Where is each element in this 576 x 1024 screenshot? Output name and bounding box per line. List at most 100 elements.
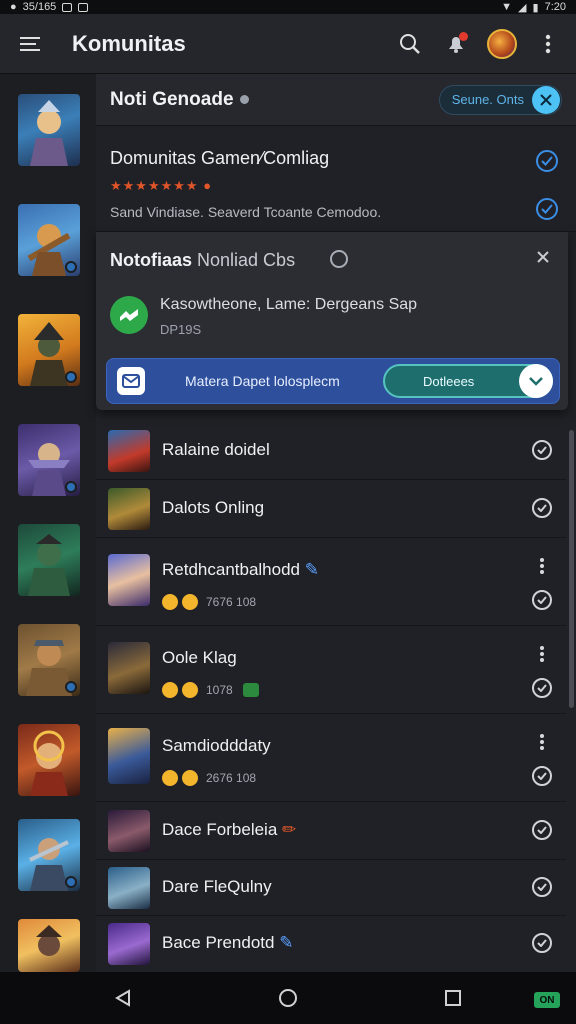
list-item[interactable]: Dare FleQulny — [96, 860, 566, 916]
list-item-title: Bace Prendotd ✎ — [162, 933, 294, 952]
list-item-title: Dare FleQulny — [162, 877, 272, 896]
tag-icon — [242, 683, 259, 697]
list-item[interactable]: Oole Klag 1078 — [96, 626, 566, 714]
community-thumbnail — [108, 867, 150, 909]
download-button-label: Dotleees — [423, 373, 475, 389]
community-rail — [0, 74, 96, 972]
rail-community-avatar[interactable] — [18, 424, 80, 496]
nav-status-badge: ON — [534, 992, 560, 1008]
emoji-icon — [182, 594, 198, 610]
notification-popup: Notofiaas Nonliad Cbs Kasowtheone, Lame:… — [96, 232, 568, 410]
signal-icon: ◢ — [518, 1, 527, 14]
game-character-icon — [28, 534, 70, 596]
check-circle-icon[interactable] — [532, 820, 552, 840]
notification-subtext: DP19S — [160, 322, 202, 337]
back-button[interactable] — [103, 978, 143, 1018]
rail-community-avatar[interactable] — [18, 624, 80, 696]
community-thumbnail — [108, 554, 150, 606]
rail-community-avatar[interactable] — [18, 819, 80, 891]
check-circle-icon[interactable] — [532, 498, 552, 518]
card-title: Domunitas Gamen⁄Comliag — [110, 148, 330, 168]
list-item[interactable]: Dalots Onling — [96, 480, 566, 538]
notification-square-icon — [62, 2, 73, 12]
emoji-icon — [182, 682, 198, 698]
filter-pill[interactable]: Seune. Onts — [438, 84, 562, 115]
select-checkbox[interactable] — [536, 198, 558, 220]
notification-action-bar: Matera Dapet lolosplecm Dotleees — [106, 358, 560, 404]
clock: 7:20 — [544, 1, 566, 13]
overflow-menu-button[interactable] — [532, 28, 564, 60]
battery-icon: ▮ — [532, 1, 539, 14]
notifications-button[interactable] — [440, 28, 472, 60]
list-item-title: Dace Forbeleia ✏ — [162, 820, 297, 839]
emoji-icon — [182, 770, 198, 786]
list-item[interactable]: Ralaine doidel — [96, 422, 566, 480]
emoji-icon — [162, 594, 178, 610]
list-item-title: Oole Klag — [162, 648, 237, 667]
wifi-icon: ▼ — [501, 1, 513, 13]
pen-icon: ✎ — [304, 560, 319, 579]
hamburger-menu-button[interactable] — [0, 14, 60, 74]
check-circle-icon[interactable] — [532, 933, 552, 953]
rail-community-avatar[interactable] — [18, 94, 80, 166]
select-checkbox[interactable] — [536, 150, 558, 172]
recents-button[interactable] — [433, 978, 473, 1018]
list-item-meta: 1078 — [162, 682, 259, 698]
rail-badge — [65, 681, 77, 693]
check-circle-icon[interactable] — [532, 678, 552, 698]
community-list: Ralaine doidel Dalots Onling Retdhcantba… — [96, 422, 566, 972]
download-button[interactable]: Dotleees — [383, 364, 553, 398]
check-circle-icon[interactable] — [532, 877, 552, 897]
more-options-button[interactable] — [540, 646, 544, 662]
status-dot — [239, 95, 249, 104]
pen-icon: ✎ — [279, 933, 294, 952]
search-button[interactable] — [394, 28, 426, 60]
check-circle-icon[interactable] — [532, 590, 552, 610]
status-icon: ● — [10, 1, 17, 13]
game-character-icon — [30, 730, 68, 796]
clear-filter-button[interactable] — [532, 85, 560, 114]
chevron-down-icon[interactable] — [519, 364, 553, 398]
action-text: Matera Dapet lolosplecm — [185, 373, 340, 389]
rail-badge — [65, 371, 77, 383]
status-bar: ● 35/165 ▼ ◢ ▮ 7:20 — [0, 0, 576, 14]
check-circle-icon[interactable] — [532, 440, 552, 460]
list-item[interactable]: Samdiodddaty 2676 108 — [96, 714, 566, 802]
game-character-icon — [36, 925, 62, 956]
rail-community-avatar[interactable] — [18, 524, 80, 596]
list-item-title: Ralaine doidel — [162, 440, 270, 459]
list-item-title: Dalots Onling — [162, 498, 265, 517]
notification-square-icon — [78, 2, 89, 12]
community-thumbnail — [108, 430, 150, 472]
community-thumbnail — [108, 810, 150, 852]
notification-message: Kasowtheone, Lame: Dergeans Sap — [160, 296, 418, 313]
home-circle-icon — [278, 989, 297, 1007]
list-item[interactable]: Retdhcantbalhodd ✎ 7676 108 — [96, 538, 566, 626]
close-icon — [537, 251, 549, 263]
profile-avatar-button[interactable] — [486, 28, 518, 60]
rail-community-avatar[interactable] — [18, 919, 80, 972]
list-item-meta: 2676 108 — [162, 770, 256, 786]
notification-title: Notofiaas Nonliad Cbs — [110, 250, 295, 271]
close-notification-button[interactable] — [536, 250, 556, 270]
rail-community-avatar[interactable] — [18, 724, 80, 796]
check-icon — [541, 204, 553, 214]
notification-dot — [459, 31, 468, 41]
recents-square-icon — [445, 990, 462, 1006]
notification-header: Noti Genoade Seune. Onts — [96, 74, 576, 126]
more-options-button[interactable] — [540, 558, 544, 574]
more-vert-icon — [545, 34, 551, 53]
check-circle-icon[interactable] — [532, 766, 552, 786]
home-button[interactable] — [268, 978, 308, 1018]
list-item[interactable]: Bace Prendotd ✎ — [96, 916, 566, 972]
rail-community-avatar[interactable] — [18, 204, 80, 276]
status-left-text: 35/165 — [22, 1, 57, 13]
scrollbar[interactable] — [569, 430, 574, 708]
list-item-meta: 7676 108 — [162, 594, 256, 610]
more-options-button[interactable] — [540, 734, 544, 750]
list-item[interactable]: Dace Forbeleia ✏ — [96, 802, 566, 860]
rating-stars: ★★★★★★★ ● — [110, 178, 213, 193]
notification-title-rest: Nonliad Cbs — [192, 250, 296, 270]
rail-community-avatar[interactable] — [18, 314, 80, 386]
community-card[interactable]: Domunitas Gamen⁄Comliag ★★★★★★★ ● Sand V… — [96, 126, 576, 232]
